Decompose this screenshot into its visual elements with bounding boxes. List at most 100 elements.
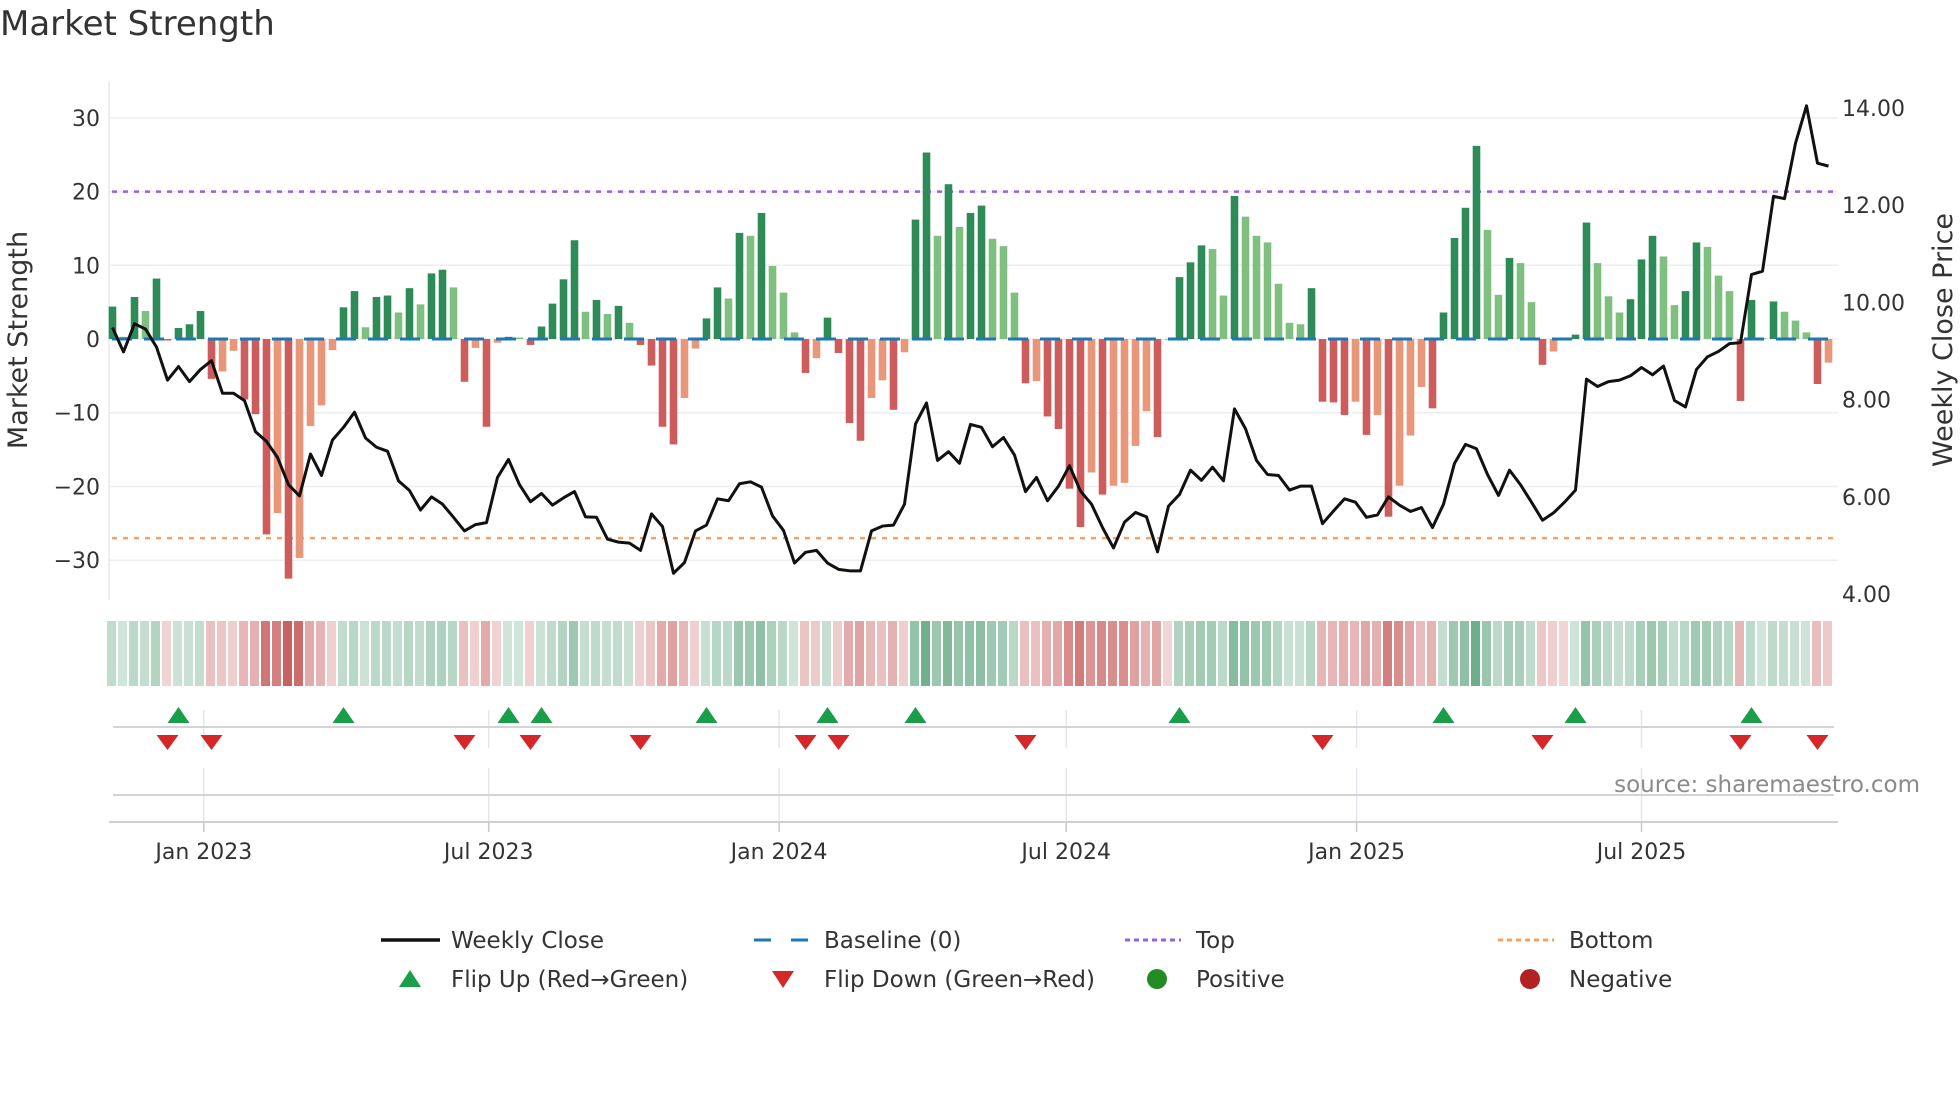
negative-bar [218, 339, 227, 372]
heat-cell [1119, 621, 1128, 686]
y2-tick-label: 14.00 [1842, 97, 1905, 122]
positive-bar [548, 303, 557, 340]
heat-cell [1823, 621, 1832, 686]
left-y-ticks: −30 −20 −10 0 10 20 30 [54, 107, 100, 574]
heat-cell [888, 621, 897, 686]
negative-bar [1054, 339, 1063, 429]
heat-cell [327, 621, 336, 686]
heat-cell [1548, 621, 1557, 686]
positive-bar [559, 279, 568, 340]
positive-bar [1791, 320, 1800, 340]
negative-bar [1021, 339, 1030, 384]
flip-up-legend-icon [399, 970, 421, 987]
negative-bar [1824, 339, 1833, 363]
heat-cell [657, 621, 666, 686]
negative-bar [482, 339, 491, 427]
legend-label: Positive [1196, 967, 1285, 993]
heat-cell [1504, 621, 1513, 686]
positive-bar [911, 219, 920, 340]
negative-bar [1340, 339, 1349, 415]
negative-bar [229, 339, 238, 351]
negative-bar [295, 339, 304, 558]
flip-down-legend-icon [772, 971, 794, 988]
negative-bar [1406, 339, 1415, 436]
negative-bar [889, 339, 898, 410]
y-tick-label: 10 [72, 254, 100, 279]
heat-cell [1680, 621, 1689, 686]
flip-up-marker [904, 707, 927, 723]
heat-cell [1724, 621, 1733, 686]
heat-cell [624, 621, 633, 686]
positive-bar [1219, 295, 1228, 340]
flip-up-marker [1432, 707, 1455, 723]
positive-bar [361, 327, 370, 340]
positive-bar [383, 295, 392, 340]
negative-bar [240, 339, 249, 400]
negative-bar [460, 339, 469, 382]
positive-bar [416, 304, 425, 340]
heat-cell [756, 621, 765, 686]
flip-down-marker [827, 735, 850, 750]
heat-cell [1625, 621, 1634, 686]
positive-bar [1439, 312, 1448, 340]
heat-cell [206, 621, 215, 686]
flip-down-marker [156, 735, 179, 750]
heat-cell [1053, 621, 1062, 686]
flip-down-marker [1806, 735, 1829, 750]
positive-bar [1494, 294, 1503, 340]
positive-bar [977, 205, 986, 340]
positive-bar [339, 307, 348, 340]
y-tick-label: −20 [54, 475, 100, 500]
heat-cell [536, 621, 545, 686]
y-tick-label: 20 [72, 181, 100, 206]
heat-cell [1647, 621, 1656, 686]
heat-cell [1218, 621, 1227, 686]
negative-bar [1032, 339, 1041, 382]
heat-cell [1086, 621, 1095, 686]
negative-bar [1813, 339, 1822, 384]
heat-cell [349, 621, 358, 686]
strength-bars [108, 145, 1833, 579]
heat-cell [459, 621, 468, 686]
heat-cell [470, 621, 479, 686]
heat-cell [305, 621, 314, 686]
positive-bar [1626, 299, 1635, 340]
heat-cell [140, 621, 149, 686]
heat-cell [1196, 621, 1205, 686]
positive-legend-icon [1147, 969, 1167, 989]
heat-cell [976, 621, 985, 686]
heat-cell [1372, 621, 1381, 686]
positive-bar [713, 287, 722, 340]
heat-cell [1328, 621, 1337, 686]
negative-bar [812, 339, 821, 359]
heat-cell [1460, 621, 1469, 686]
positive-bar [1472, 145, 1481, 340]
positive-bar [1637, 259, 1646, 340]
heat-cell [1108, 621, 1117, 686]
heat-cell [767, 621, 776, 686]
heat-cell [899, 621, 908, 686]
positive-bar [570, 240, 579, 340]
positive-bar [779, 292, 788, 340]
positive-bar [1681, 291, 1690, 340]
negative-bar [306, 339, 315, 427]
positive-bar [1307, 288, 1316, 340]
negative-bar [680, 339, 689, 399]
flip-down-marker [1729, 735, 1752, 750]
heat-cell [1207, 621, 1216, 686]
flip-up-marker [695, 707, 718, 723]
heat-cell [1614, 621, 1623, 686]
negative-bar [1109, 339, 1118, 486]
x-tick-label: Jan 2023 [153, 840, 252, 865]
y2-tick-label: 12.00 [1842, 194, 1905, 219]
heat-cell [1449, 621, 1458, 686]
heat-cell [448, 621, 457, 686]
positive-bar [999, 246, 1008, 340]
x-tick-label: Jan 2025 [1306, 840, 1405, 865]
positive-bar [933, 235, 942, 340]
heat-strip [107, 621, 1832, 686]
negative-bar [317, 339, 326, 406]
positive-bar [372, 297, 381, 340]
positive-bar [944, 184, 953, 340]
y2-tick-label: 4.00 [1842, 583, 1891, 608]
